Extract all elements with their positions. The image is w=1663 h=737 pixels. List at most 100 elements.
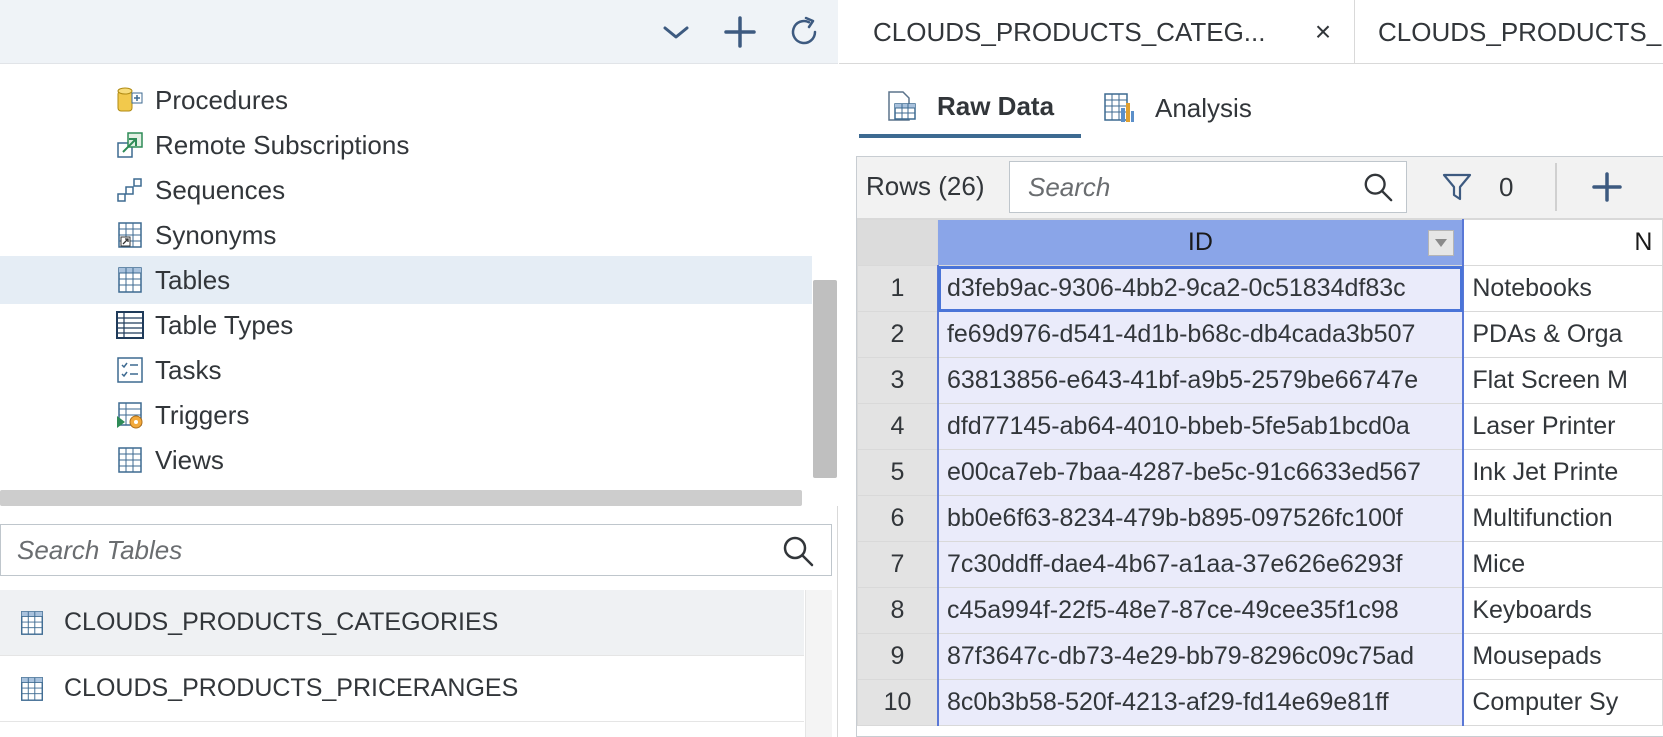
id-cell[interactable]: 8c0b3b58-520f-4213-af29-fd14e69e81ff [936, 679, 1465, 726]
table-row[interactable]: 2 fe69d976-d541-4d1b-b68c-db4cada3b507 P… [856, 311, 1663, 358]
column-menu-button[interactable] [1428, 230, 1455, 256]
row-number-header [856, 219, 939, 266]
tree-item-sequences[interactable]: Sequences [0, 166, 812, 214]
row-number: 7 [856, 541, 939, 588]
table-row[interactable]: 6 bb0e6f63-8234-479b-b895-097526fc100f M… [856, 495, 1663, 542]
id-cell[interactable]: 87f3647c-db73-4e29-bb79-8296c09c75ad [936, 633, 1465, 680]
tab-raw-data[interactable]: Raw Data [859, 78, 1081, 138]
name-cell[interactable]: Keyboards [1462, 587, 1663, 634]
refresh-icon [791, 16, 817, 45]
close-tab-button[interactable]: × [1309, 16, 1337, 47]
search-tables-input[interactable] [1, 526, 761, 574]
table-list-item[interactable]: CLOUDS_PRODUCTS_CATEGORIES [0, 590, 804, 656]
search-icon[interactable] [1362, 171, 1394, 203]
row-number: 10 [856, 679, 939, 726]
add-button[interactable] [718, 10, 762, 54]
id-cell[interactable]: dfd77145-ab64-4010-bbeb-5fe5ab1bcd0a [936, 403, 1465, 450]
data-grid: Rows (26) 0 ID [856, 156, 1663, 737]
table-icon [21, 610, 43, 635]
filter-button[interactable]: 0 [1441, 165, 1513, 209]
tree-item-triggers[interactable]: Triggers [0, 391, 812, 439]
name-cell[interactable]: Notebooks [1462, 265, 1663, 312]
tree-item-label: Remote Subscriptions [155, 129, 410, 160]
name-cell[interactable]: Mousepads [1462, 633, 1663, 680]
id-cell[interactable]: bb0e6f63-8234-479b-b895-097526fc100f [936, 495, 1465, 542]
chevron-down-icon [663, 26, 689, 39]
row-number: 4 [856, 403, 939, 450]
column-header-id[interactable]: ID [937, 219, 1465, 266]
synonyms-icon [118, 222, 142, 248]
name-cell[interactable]: Computer Sy [1462, 679, 1663, 726]
table-row[interactable]: 5 e00ca7eb-7baa-4287-be5c-91c6633ed567 I… [856, 449, 1663, 496]
tree-item-label: Sequences [155, 174, 286, 205]
row-number: 3 [856, 357, 939, 404]
catalog-tree: Procedures Remote Subscriptions Sequence… [0, 64, 812, 490]
table-header-row: ID N [856, 219, 1663, 266]
name-cell[interactable]: PDAs & Orga [1462, 311, 1663, 358]
tab-label: Raw Data [937, 90, 1055, 121]
tree-item-synonyms[interactable]: Synonyms [0, 211, 812, 259]
column-header-name[interactable]: N [1462, 219, 1663, 266]
table-name: CLOUDS_PRODUCTS_CATEGORIES [64, 608, 499, 636]
id-cell[interactable]: 63813856-e643-41bf-a9b5-2579be66747e [936, 357, 1465, 404]
table-row[interactable]: 4 dfd77145-ab64-4010-bbeb-5fe5ab1bcd0a L… [856, 403, 1663, 450]
grid-toolbar: Rows (26) 0 [857, 157, 1663, 219]
tree-item-table-types[interactable]: Table Types [0, 301, 812, 349]
tree-item-tasks[interactable]: Tasks [0, 346, 812, 394]
refresh-button[interactable] [782, 10, 826, 54]
table-list-item[interactable]: CLOUDS_PRODUCTS_PRICERANGES [0, 656, 804, 722]
id-cell[interactable]: e00ca7eb-7baa-4287-be5c-91c6633ed567 [936, 449, 1465, 496]
tab-label: CLOUDS_PRODUCTS_ [1378, 16, 1662, 47]
tab-clouds-products-priceranges[interactable]: CLOUDS_PRODUCTS_ [1356, 0, 1663, 64]
remote-subscriptions-icon [117, 132, 143, 158]
table-row[interactable]: 7 7c30ddff-dae4-4b67-a1aa-37e626e6293f M… [856, 541, 1663, 588]
tab-label: Analysis [1155, 92, 1252, 123]
tab-clouds-products-categories[interactable]: CLOUDS_PRODUCTS_CATEG... [839, 0, 1355, 64]
tree-item-label: Tasks [155, 354, 222, 385]
search-tables-field [0, 524, 832, 576]
table-row[interactable]: 1 d3feb9ac-9306-4bb2-9ca2-0c51834df83c N… [856, 265, 1663, 312]
grid-search-input[interactable] [1010, 162, 1340, 212]
id-cell[interactable]: c45a994f-22f5-48e7-87ce-49cee35f1c98 [936, 587, 1465, 634]
triangle-down-icon [1435, 239, 1448, 247]
table-list-scrollbar[interactable] [805, 590, 832, 737]
tree-item-views[interactable]: Views [0, 436, 812, 484]
grid-search-field [1009, 161, 1407, 213]
tree-item-label: Synonyms [155, 219, 277, 250]
data-table: ID N 1 d3feb9ac-9306-4bb2-9ca2-0c51834df… [856, 219, 1663, 726]
name-cell[interactable]: Flat Screen M [1462, 357, 1663, 404]
id-cell[interactable]: fe69d976-d541-4d1b-b68c-db4cada3b507 [936, 311, 1465, 358]
analysis-icon [1104, 93, 1134, 122]
id-cell[interactable]: d3feb9ac-9306-4bb2-9ca2-0c51834df83c [936, 265, 1465, 312]
name-cell[interactable]: Laser Printer [1462, 403, 1663, 450]
row-count: Rows (26) [866, 171, 985, 201]
column-header-label: ID [1187, 228, 1213, 256]
sequences-icon [117, 178, 142, 202]
catalog-panel: Procedures Remote Subscriptions Sequence… [0, 0, 838, 737]
tab-label: CLOUDS_PRODUCTS_CATEG... [873, 16, 1266, 47]
tab-analysis[interactable]: Analysis [1103, 78, 1252, 138]
tree-item-procedures[interactable]: Procedures [0, 76, 812, 124]
table-row[interactable]: 3 63813856-e643-41bf-a9b5-2579be66747e F… [856, 357, 1663, 404]
table-icon [21, 676, 43, 701]
tree-item-tables[interactable]: Tables [0, 256, 812, 304]
name-cell[interactable]: Ink Jet Printe [1462, 449, 1663, 496]
collapse-button[interactable] [654, 10, 698, 54]
tasks-icon [117, 357, 143, 383]
name-cell[interactable]: Multifunction [1462, 495, 1663, 542]
document-tabs: CLOUDS_PRODUCTS_CATEG... × CLOUDS_PRODUC… [839, 0, 1663, 64]
table-row[interactable]: 9 87f3647c-db73-4e29-bb79-8296c09c75ad M… [856, 633, 1663, 680]
id-cell[interactable]: 7c30ddff-dae4-4b67-a1aa-37e626e6293f [936, 541, 1465, 588]
table-row[interactable]: 10 8c0b3b58-520f-4213-af29-fd14e69e81ff … [856, 679, 1663, 726]
table-row[interactable]: 8 c45a994f-22f5-48e7-87ce-49cee35f1c98 K… [856, 587, 1663, 634]
raw-data-icon [888, 91, 916, 121]
name-cell[interactable]: Mice [1462, 541, 1663, 588]
tables-icon [118, 267, 142, 293]
row-number: 5 [856, 449, 939, 496]
tree-horizontal-scrollbar-thumb[interactable] [0, 490, 802, 506]
search-icon[interactable] [781, 534, 815, 568]
tree-item-remote-subscriptions[interactable]: Remote Subscriptions [0, 121, 812, 169]
tree-vertical-scrollbar-thumb[interactable] [813, 280, 837, 478]
add-row-button[interactable] [1585, 165, 1629, 209]
plus-icon [724, 16, 756, 48]
